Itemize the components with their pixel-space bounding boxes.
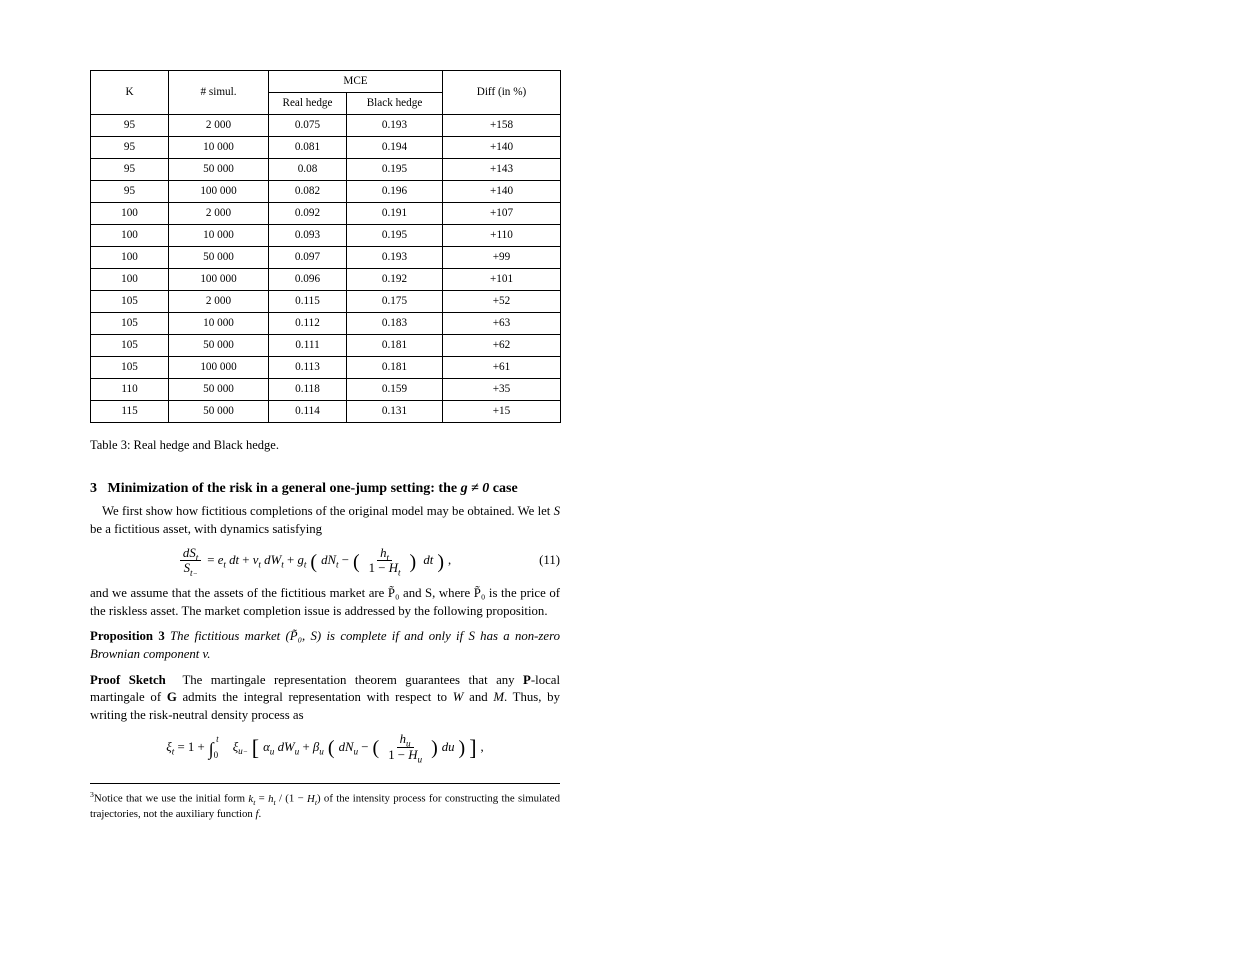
equation-density: ξt = 1 + ∫0t ξu− [ αu dWu + βu ( dNu − (…	[90, 733, 560, 762]
proof-paragraph: Proof Sketch The martingale representati…	[90, 672, 560, 725]
table-row: 10510 0000.1120.183+63	[91, 313, 561, 335]
equation-11: dStSt− = et dt + vt dWt + gt ( dNt − ( h…	[90, 547, 560, 576]
body-paragraph: and we assume that the assets of the fic…	[90, 585, 560, 620]
col-header-real: Real hedge	[269, 93, 347, 115]
col-header-mce: MCE	[269, 71, 443, 93]
proposition-3: Proposition 3 The fictitious market (P̃₀…	[90, 628, 560, 663]
col-header-sim: # simul.	[169, 71, 269, 115]
results-table: K # simul. MCE Diff (in %) Real hedge Bl…	[90, 70, 561, 423]
table-row: 9510 0000.0810.194+140	[91, 137, 561, 159]
table-caption: Table 3: Real hedge and Black hedge.	[90, 437, 560, 453]
table-row: 11550 0000.1140.131+15	[91, 401, 561, 423]
table-row: 1052 0000.1150.175+52	[91, 291, 561, 313]
section-heading-3: 3 Minimization of the risk in a general …	[90, 481, 1145, 497]
col-header-k: K	[91, 71, 169, 115]
table-row: 100100 0000.0960.192+101	[91, 269, 561, 291]
footnote-divider	[90, 783, 560, 784]
table-row: 10010 0000.0930.195+110	[91, 225, 561, 247]
table-row: 9550 0000.080.195+143	[91, 159, 561, 181]
equation-label: (11)	[539, 553, 560, 568]
table-row: 10050 0000.0970.193+99	[91, 247, 561, 269]
table-row: 1002 0000.0920.191+107	[91, 203, 561, 225]
col-header-black: Black hedge	[347, 93, 443, 115]
table-row: 10550 0000.1110.181+62	[91, 335, 561, 357]
table-row: 95100 0000.0820.196+140	[91, 181, 561, 203]
col-header-diff: Diff (in %)	[443, 71, 561, 115]
table-row: 952 0000.0750.193+158	[91, 115, 561, 137]
footnote-3: 3Notice that we use the initial form kt …	[90, 790, 560, 821]
table-row: 11050 0000.1180.159+35	[91, 379, 561, 401]
table-row: 105100 0000.1130.181+61	[91, 357, 561, 379]
body-paragraph: We first show how fictitious completions…	[90, 503, 560, 538]
